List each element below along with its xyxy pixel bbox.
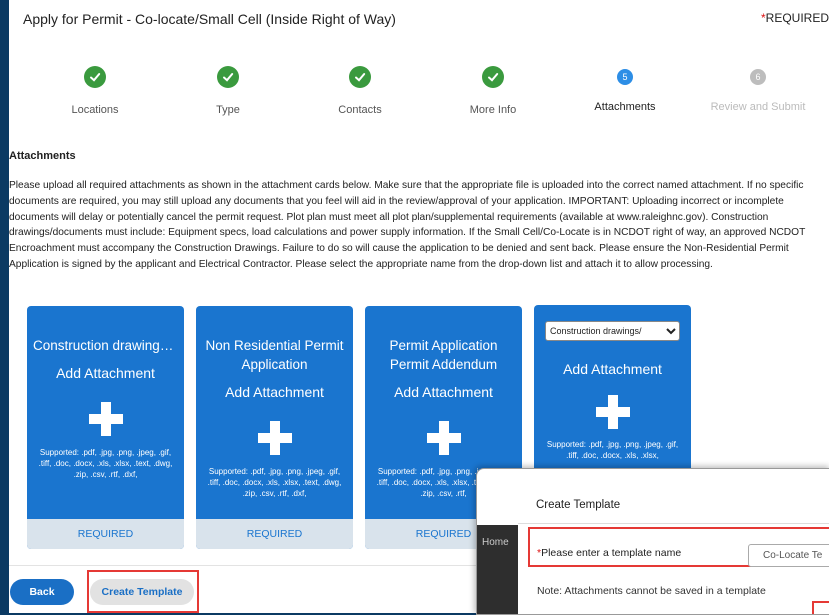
add-attachment-label: Add Attachment (563, 361, 662, 377)
highlight-box (812, 601, 829, 614)
check-icon (84, 66, 106, 88)
template-name-input[interactable] (748, 544, 829, 567)
add-attachment-label: Add Attachment (394, 384, 493, 400)
step-label: Type (216, 104, 240, 116)
background-sidebar: Home (477, 525, 518, 614)
step-type[interactable]: Type (168, 66, 288, 116)
template-name-label-text: Please enter a template name (541, 547, 682, 559)
plus-icon[interactable] (595, 395, 630, 429)
supported-file-types: Supported: .pdf, .jpg, .png, .jpeg, .gif… (38, 448, 173, 479)
add-attachment-label: Add Attachment (56, 365, 155, 381)
step-label: Attachments (594, 101, 656, 113)
step-label: Locations (71, 104, 119, 116)
dialog-title: Create Template (536, 499, 621, 511)
step-label: More Info (469, 104, 517, 116)
attachment-card-construction-drawings[interactable]: Construction drawings/documen.. Add Atta… (27, 306, 184, 549)
step-locations[interactable]: Locations (35, 66, 155, 116)
template-name-label: *Please enter a template name (537, 547, 681, 559)
attachments-heading: Attachments (9, 150, 76, 162)
card-title: Construction drawings/documen.. (33, 338, 184, 353)
step-attachments[interactable]: 5 Attachments (565, 66, 685, 113)
step-label: Review and Submit (710, 101, 806, 113)
dialog-divider (518, 523, 829, 524)
step-label: Contacts (338, 104, 382, 116)
back-button[interactable]: Back (10, 579, 74, 605)
step-number-badge: 5 (617, 69, 633, 85)
supported-file-types: Supported: .pdf, .jpg, .png, .jpeg, .gif… (546, 440, 679, 460)
attachment-card-non-residential[interactable]: Non Residential Permit Application Add A… (196, 306, 353, 549)
card-title: Non Residential Permit Application (205, 338, 344, 372)
step-contacts[interactable]: Contacts (300, 66, 420, 116)
step-review-submit: 6 Review and Submit (698, 66, 818, 113)
step-number-badge: 6 (750, 69, 766, 85)
page-title: Apply for Permit - Co-locate/Small Cell … (23, 11, 396, 27)
check-icon (217, 66, 239, 88)
required-badge: REQUIRED (196, 519, 353, 549)
template-note: Note: Attachments cannot be saved in a t… (537, 585, 766, 597)
attachment-card-custom[interactable]: Construction drawings/ Add Attachment Su… (534, 305, 691, 488)
required-text: REQUIRED (765, 11, 829, 25)
create-template-dialog: Home Create Template *Please enter a tem… (476, 468, 829, 615)
plus-icon[interactable] (426, 421, 461, 455)
plus-icon[interactable] (88, 402, 123, 436)
supported-file-types: Supported: .pdf, .jpg, .png, .jpeg, .gif… (207, 467, 342, 498)
card-title: Permit Application Permit Addendum (389, 338, 498, 372)
create-template-button[interactable]: Create Template (90, 579, 194, 605)
attachment-type-select[interactable]: Construction drawings/ (545, 321, 680, 341)
plus-icon[interactable] (257, 421, 292, 455)
required-badge: REQUIRED (27, 519, 184, 549)
required-indicator: *REQUIRED (761, 11, 829, 25)
check-icon (349, 66, 371, 88)
attachments-instructions: Please upload all required attachments a… (9, 180, 806, 270)
add-attachment-label: Add Attachment (225, 384, 324, 400)
step-more-info[interactable]: More Info (433, 66, 553, 116)
home-link[interactable]: Home (477, 525, 518, 548)
check-icon (482, 66, 504, 88)
